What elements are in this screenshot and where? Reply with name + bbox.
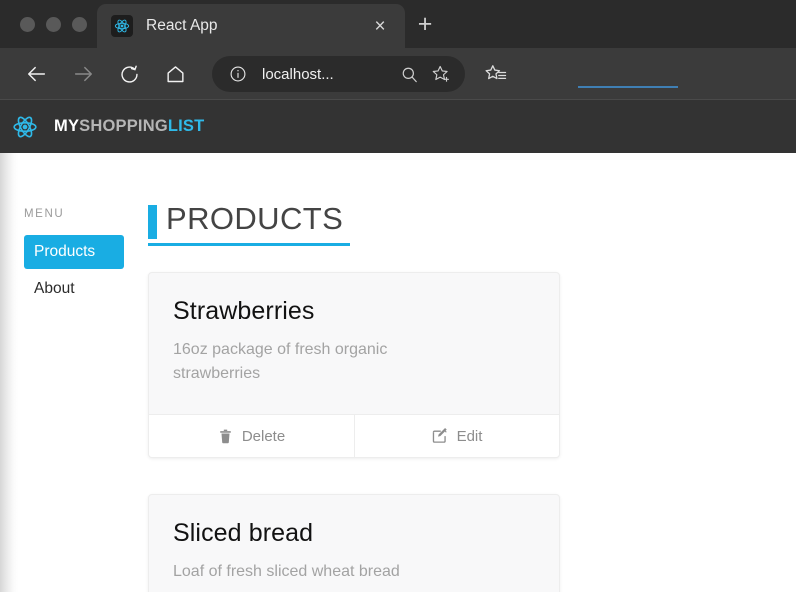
star-list-icon[interactable] — [481, 59, 511, 89]
window-maximize-button[interactable] — [72, 16, 87, 32]
product-card-body: Sliced bread Loaf of fresh sliced wheat … — [149, 495, 559, 592]
brand-part-shopping: SHOPPING — [79, 117, 168, 135]
toolbar-progress-line — [578, 86, 678, 88]
edit-pencil-icon — [432, 428, 448, 444]
title-underline — [148, 242, 350, 246]
tab-title: React App — [146, 17, 218, 34]
browser-window: React App × + localhost... MYSHOPPINGLIS… — [0, 0, 796, 592]
brand-part-my: MY — [54, 117, 80, 135]
close-icon[interactable]: × — [369, 17, 391, 36]
new-tab-button[interactable]: + — [412, 12, 438, 38]
edit-button[interactable]: Edit — [354, 415, 559, 458]
edit-label: Edit — [456, 427, 483, 445]
reload-icon[interactable] — [106, 54, 152, 94]
star-plus-icon[interactable] — [427, 60, 455, 88]
page-content: MENU Products About PRODUCTS Strawberrie… — [0, 153, 796, 592]
info-circle-icon[interactable] — [224, 60, 252, 88]
forward-arrow-icon[interactable] — [60, 54, 106, 94]
trash-icon — [218, 429, 233, 444]
react-logo-icon — [8, 110, 42, 144]
title-accent-bar — [148, 205, 157, 239]
browser-toolbar: localhost... — [0, 48, 796, 100]
page-title: PRODUCTS — [166, 201, 344, 236]
browser-tab[interactable]: React App × — [97, 4, 405, 48]
home-icon[interactable] — [152, 54, 198, 94]
tab-strip: React App × + — [0, 0, 796, 48]
sidebar: MENU Products About — [0, 153, 148, 592]
sidebar-item-products[interactable]: Products — [24, 235, 124, 269]
product-name: Strawberries — [173, 296, 315, 325]
app-navbar: MYSHOPPINGLIST — [0, 100, 796, 153]
page-title-block: PRODUCTS — [148, 201, 350, 246]
delete-label: Delete — [241, 427, 286, 445]
window-close-button[interactable] — [20, 16, 35, 32]
web-page: MYSHOPPINGLIST MENU Products About PRODU… — [0, 100, 796, 592]
product-card: Sliced bread Loaf of fresh sliced wheat … — [148, 494, 560, 592]
delete-button[interactable]: Delete — [149, 415, 354, 457]
brand-title[interactable]: MYSHOPPINGLIST — [54, 117, 204, 136]
url-bar[interactable]: localhost... — [212, 56, 465, 92]
product-card-footer: Delete Edit — [149, 414, 559, 458]
product-name: Sliced bread — [173, 519, 314, 548]
product-description: 16oz package of fresh organic strawberri… — [173, 340, 388, 382]
product-description: Loaf of fresh sliced wheat bread — [173, 563, 400, 581]
window-controls — [0, 0, 87, 48]
product-card-body: Strawberries 16oz package of fresh organ… — [149, 273, 559, 415]
product-card: Strawberries 16oz package of fresh organ… — [148, 271, 560, 459]
back-arrow-icon[interactable] — [14, 54, 60, 94]
zoom-out-icon[interactable] — [395, 60, 423, 88]
brand-part-list: LIST — [167, 117, 205, 135]
window-minimize-button[interactable] — [46, 16, 61, 32]
sidebar-heading: MENU — [24, 208, 65, 220]
main-content: PRODUCTS Strawberries 16oz package of fr… — [148, 153, 796, 592]
sidebar-item-about[interactable]: About — [24, 272, 124, 306]
react-logo-icon — [111, 15, 133, 37]
url-input[interactable]: localhost... — [262, 66, 391, 83]
